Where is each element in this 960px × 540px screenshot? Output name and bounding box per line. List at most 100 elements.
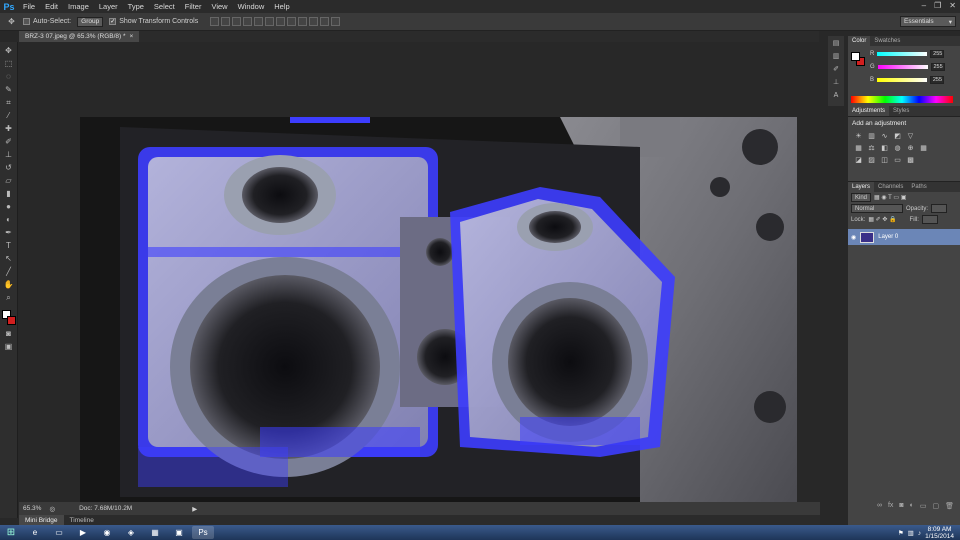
healing-brush-icon[interactable]: ✚ (3, 124, 14, 134)
move-tool-preset-icon[interactable]: ✥ (6, 17, 17, 27)
brush-tool-icon[interactable]: ✐ (3, 137, 14, 147)
brightness-icon[interactable]: ☀ (854, 132, 863, 141)
marquee-tool-icon[interactable]: ⬚ (3, 59, 14, 69)
filter-icons[interactable]: ▦ ◉ T ▭ ▣ (874, 194, 906, 201)
threshold-icon[interactable]: ◫ (880, 156, 889, 165)
chrome-icon[interactable]: ◉ (96, 526, 118, 539)
share-icon[interactable]: ◎ (49, 505, 55, 513)
dodge-icon[interactable]: ◐ (3, 215, 14, 225)
auto-select-checkbox[interactable] (23, 18, 30, 25)
align-hcenter-icon[interactable] (254, 17, 264, 26)
align-bottom-icon[interactable] (232, 17, 242, 26)
fill-field[interactable] (921, 215, 938, 224)
auto-select-option[interactable]: Auto-Select: (23, 18, 71, 25)
distribute-3-icon[interactable] (298, 17, 308, 26)
blue-slider[interactable] (877, 78, 928, 82)
invert-icon[interactable]: ◪ (854, 156, 863, 165)
eyedropper-icon[interactable]: ⁄ (3, 111, 14, 121)
tab-swatches[interactable]: Swatches (870, 36, 904, 46)
photo-filter-icon[interactable]: ◍ (893, 144, 902, 153)
menu-window[interactable]: Window (233, 2, 270, 11)
tab-color[interactable]: Color (848, 36, 871, 46)
color-lookup-icon[interactable]: ▦ (919, 144, 928, 153)
show-transform-checkbox[interactable]: ✓ (109, 18, 117, 25)
menu-select[interactable]: Select (149, 2, 180, 11)
hue-sat-icon[interactable]: ▦ (854, 144, 863, 153)
app-icon-5[interactable]: ◈ (120, 526, 142, 539)
auto-select-dropdown[interactable]: Group (77, 16, 104, 27)
new-layer-icon[interactable]: ▢ (932, 502, 939, 512)
minimize-button[interactable]: – (922, 1, 926, 10)
red-value[interactable]: 255 (930, 50, 945, 58)
green-value[interactable]: 255 (930, 63, 945, 71)
opacity-field[interactable] (931, 204, 948, 213)
media-icon[interactable]: ▶ (72, 526, 94, 539)
layer-row[interactable]: ◉ Layer 0 (848, 229, 960, 245)
clone-source-icon[interactable]: ⊥ (831, 79, 841, 87)
move-tool-icon[interactable]: ✥ (3, 46, 14, 56)
gradient-icon[interactable]: ▮ (3, 189, 14, 199)
curves-icon[interactable]: ∿ (880, 132, 889, 141)
tab-mini-bridge[interactable]: Mini Bridge (19, 515, 64, 525)
align-top-icon[interactable] (210, 17, 220, 26)
close-button[interactable]: ✕ (949, 1, 956, 10)
quick-select-icon[interactable]: ✎ (3, 85, 14, 95)
exposure-icon[interactable]: ◩ (893, 132, 902, 141)
mask-icon[interactable]: ◙ (899, 502, 903, 512)
status-arrow-icon[interactable]: ▶ (192, 505, 197, 513)
fx-icon[interactable]: fx (888, 502, 893, 512)
clock[interactable]: 8:09 AM 1/15/2014 (925, 526, 954, 540)
character-panel-icon[interactable]: A (831, 92, 841, 100)
layer-name[interactable]: Layer 0 (878, 234, 898, 240)
menu-help[interactable]: Help (269, 2, 294, 11)
tab-adjustments[interactable]: Adjustments (848, 106, 890, 116)
crop-tool-icon[interactable]: ⌗ (3, 98, 14, 108)
color-balance-icon[interactable]: ⚖ (867, 144, 876, 153)
app-icon-6[interactable]: ▦ (144, 526, 166, 539)
tab-layers[interactable]: Layers (848, 182, 875, 192)
maximize-button[interactable]: ❐ (934, 1, 941, 10)
menu-edit[interactable]: Edit (40, 2, 63, 11)
channel-mixer-icon[interactable]: ⊕ (906, 144, 915, 153)
network-icon[interactable]: ▥ (908, 529, 914, 537)
show-transform-option[interactable]: ✓ Show Transform Controls (109, 18, 198, 25)
selective-color-icon[interactable]: ▩ (906, 156, 915, 165)
properties-panel-icon[interactable]: ▥ (831, 53, 841, 61)
panel-foreground-swatch[interactable] (851, 52, 860, 61)
green-slider[interactable] (877, 65, 928, 69)
distribute-5-icon[interactable] (320, 17, 330, 26)
volume-icon[interactable]: ♪ (918, 530, 921, 537)
path-select-icon[interactable]: ↖ (3, 254, 14, 264)
group-icon[interactable]: ▭ (920, 502, 927, 512)
vibrance-icon[interactable]: ▽ (906, 132, 915, 141)
align-right-icon[interactable] (265, 17, 275, 26)
menu-filter[interactable]: Filter (180, 2, 207, 11)
photoshop-taskbar-icon[interactable]: Ps (192, 526, 214, 539)
lasso-tool-icon[interactable]: ◌ (3, 72, 14, 82)
explorer-icon[interactable]: ▭ (48, 526, 70, 539)
quick-mask-icon[interactable]: ◙ (3, 329, 14, 339)
align-left-icon[interactable] (243, 17, 253, 26)
shape-tool-icon[interactable]: ╱ (3, 267, 14, 277)
menu-layer[interactable]: Layer (94, 2, 123, 11)
adjustment-layer-icon[interactable]: ◐ (910, 502, 914, 512)
app-icon-7[interactable]: ▣ (168, 526, 190, 539)
color-spectrum[interactable] (851, 96, 953, 103)
distribute-4-icon[interactable] (309, 17, 319, 26)
hand-tool-icon[interactable]: ✋ (3, 280, 14, 290)
tab-paths[interactable]: Paths (907, 182, 930, 192)
levels-icon[interactable]: ▥ (867, 132, 876, 141)
start-button-icon[interactable]: ⊞ (0, 525, 22, 540)
blend-mode-dropdown[interactable]: Normal (851, 204, 903, 213)
workspace-switcher[interactable]: Essentials ▾ (900, 16, 956, 27)
posterize-icon[interactable]: ▨ (867, 156, 876, 165)
type-tool-icon[interactable]: T (3, 241, 14, 251)
gradient-map-icon[interactable]: ▭ (893, 156, 902, 165)
document-canvas[interactable] (80, 117, 797, 514)
distribute-2-icon[interactable] (287, 17, 297, 26)
clone-stamp-icon[interactable]: ⊥ (3, 150, 14, 160)
kind-filter-dropdown[interactable]: Kind (851, 193, 872, 202)
pen-tool-icon[interactable]: ✒ (3, 228, 14, 238)
eye-icon[interactable]: ◉ (851, 234, 856, 241)
eraser-icon[interactable]: ▱ (3, 176, 14, 186)
